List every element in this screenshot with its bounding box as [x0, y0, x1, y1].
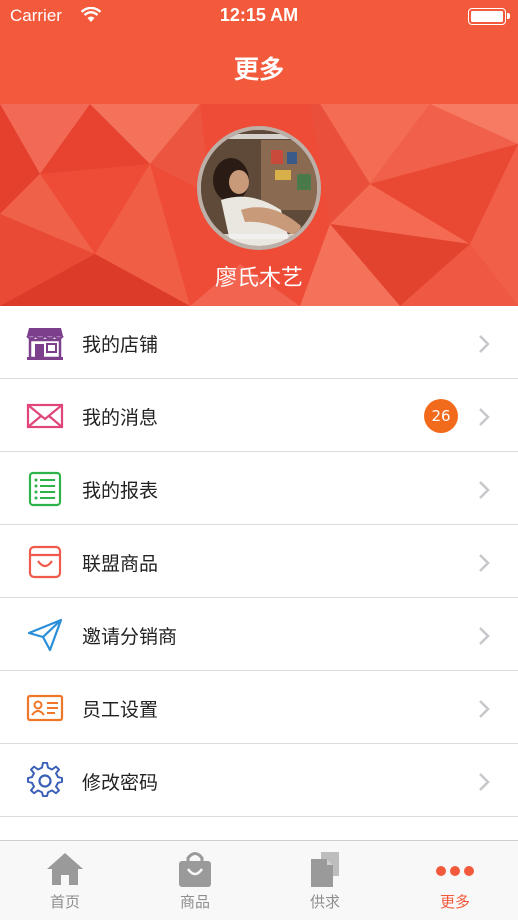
menu-item-partial[interactable]: [0, 817, 518, 840]
shopping-bag-icon: [179, 852, 211, 887]
navigation-header: Carrier 12:15 AM 更多: [0, 0, 518, 104]
tab-label: 商品: [179, 893, 210, 911]
tab-bar: 首页 商品 供求 更多: [0, 840, 518, 920]
documents-icon: [311, 852, 339, 887]
more-dots-icon: [436, 866, 474, 876]
chevron-right-icon: [479, 335, 490, 353]
chevron-right-icon: [479, 554, 490, 572]
shopping-box-icon: [28, 545, 62, 579]
menu-item-label: 我的消息: [82, 407, 159, 429]
avatar-photo: [201, 130, 317, 246]
menu-item-label: 联盟商品: [82, 553, 159, 575]
menu-item-staff-settings[interactable]: 员工设置: [0, 671, 518, 744]
tab-label: 更多: [439, 893, 470, 911]
tab-supply-demand[interactable]: 供求: [260, 841, 390, 920]
home-icon: [47, 853, 83, 885]
menu-item-change-password[interactable]: 修改密码: [0, 744, 518, 817]
avatar[interactable]: [197, 126, 321, 250]
tab-home[interactable]: 首页: [0, 841, 130, 920]
clock: 12:15 AM: [219, 5, 299, 25]
menu-list: 我的店铺 我的消息 26 我的报表 联盟商品 邀请分销商 员工设置 修改密码: [0, 306, 518, 840]
tab-products[interactable]: 商品: [130, 841, 260, 920]
id-card-icon: [26, 694, 64, 722]
report-list-icon: [28, 471, 62, 507]
profile-header: 廖氏木艺: [0, 104, 518, 306]
tab-label: 首页: [49, 893, 80, 911]
chevron-right-icon: [479, 773, 490, 791]
status-bar: Carrier 12:15 AM: [0, 0, 518, 34]
menu-item-my-reports[interactable]: 我的报表: [0, 452, 518, 525]
paper-plane-icon: [27, 618, 63, 652]
chevron-right-icon: [479, 481, 490, 499]
menu-item-invite-distributor[interactable]: 邀请分销商: [0, 598, 518, 671]
menu-item-my-messages[interactable]: 我的消息 26: [0, 379, 518, 452]
gear-icon: [27, 762, 63, 798]
chevron-right-icon: [479, 700, 490, 718]
unread-count-badge: 26: [424, 399, 458, 433]
profile-name: 廖氏木艺: [214, 266, 303, 291]
tab-more[interactable]: 更多: [390, 841, 518, 920]
menu-item-my-store[interactable]: 我的店铺: [0, 306, 518, 379]
menu-item-label: 我的店铺: [82, 334, 159, 356]
chevron-right-icon: [479, 408, 490, 426]
chevron-right-icon: [479, 627, 490, 645]
menu-item-label: 修改密码: [82, 772, 159, 794]
battery-icon: [468, 8, 510, 25]
menu-item-label: 我的报表: [82, 480, 159, 502]
menu-item-label: 邀请分销商: [82, 626, 178, 648]
tab-label: 供求: [309, 893, 340, 911]
menu-item-label: 员工设置: [82, 699, 159, 721]
page-title: 更多: [233, 55, 284, 84]
menu-item-alliance-products[interactable]: 联盟商品: [0, 525, 518, 598]
envelope-icon: [26, 403, 64, 429]
store-icon: [26, 328, 64, 360]
